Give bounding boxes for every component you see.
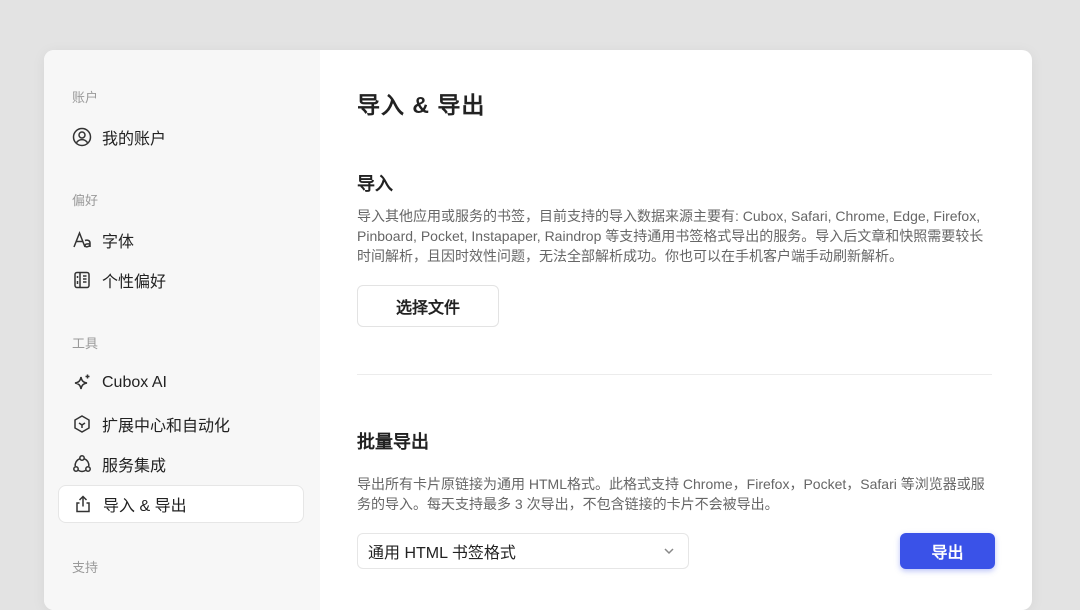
font-icon — [72, 230, 92, 250]
sidebar-item-preferences[interactable]: 个性偏好 — [58, 261, 304, 299]
share-upload-icon — [73, 494, 93, 514]
sidebar-item-label: Cubox AI — [102, 374, 167, 391]
section-divider — [357, 374, 992, 375]
section-title-support: 支持 — [72, 560, 99, 575]
sidebar-item-font[interactable]: 字体 — [58, 221, 304, 259]
settings-window: 账户 我的账户 偏好 字体 个性偏好 工具 Cubox AI 扩展中心和自动化 … — [44, 50, 1032, 610]
sidebar-item-extensions[interactable]: 扩展中心和自动化 — [58, 405, 304, 443]
settings-content: 导入 & 导出 导入 导入其他应用或服务的书签，目前支持的导入数据来源主要有: … — [320, 50, 1032, 610]
export-format-value: 通用 HTML 书签格式 — [368, 545, 516, 562]
choose-file-button[interactable]: 选择文件 — [357, 285, 499, 327]
import-heading: 导入 — [357, 174, 393, 194]
sidebar-item-label: 个性偏好 — [102, 274, 167, 291]
integration-icon — [72, 454, 92, 474]
import-description: 导入其他应用或服务的书签，目前支持的导入数据来源主要有: Cubox, Safa… — [357, 208, 984, 264]
sidebar-item-label: 服务集成 — [102, 458, 167, 475]
settings-sidebar: 账户 我的账户 偏好 字体 个性偏好 工具 Cubox AI 扩展中心和自动化 … — [44, 50, 320, 610]
sidebar-item-label: 导入 & 导出 — [103, 498, 187, 515]
sidebar-item-label: 字体 — [102, 234, 135, 251]
section-title-account: 账户 — [72, 90, 99, 105]
export-format-select[interactable]: 通用 HTML 书签格式 — [357, 533, 689, 569]
sidebar-item-label: 我的账户 — [102, 131, 167, 148]
export-button[interactable]: 导出 — [900, 533, 995, 569]
user-circle-icon — [72, 127, 92, 147]
chevron-down-icon — [662, 544, 676, 558]
sidebar-item-import-export[interactable]: 导入 & 导出 — [58, 485, 304, 523]
extension-icon — [72, 414, 92, 434]
page-title: 导入 & 导出 — [357, 92, 486, 118]
section-title-tools: 工具 — [72, 336, 99, 351]
section-title-preferences: 偏好 — [72, 193, 99, 208]
sidebar-item-label: 扩展中心和自动化 — [102, 418, 231, 435]
sidebar-item-integrations[interactable]: 服务集成 — [58, 445, 304, 483]
export-description: 导出所有卡片原链接为通用 HTML格式。此格式支持 Chrome，Firefox… — [357, 476, 985, 512]
sidebar-item-cubox-ai[interactable]: Cubox AI — [58, 364, 304, 402]
sidebar-item-my-account[interactable]: 我的账户 — [58, 118, 304, 156]
export-heading: 批量导出 — [357, 432, 429, 452]
preferences-icon — [72, 270, 92, 290]
sparkle-icon — [72, 373, 92, 393]
